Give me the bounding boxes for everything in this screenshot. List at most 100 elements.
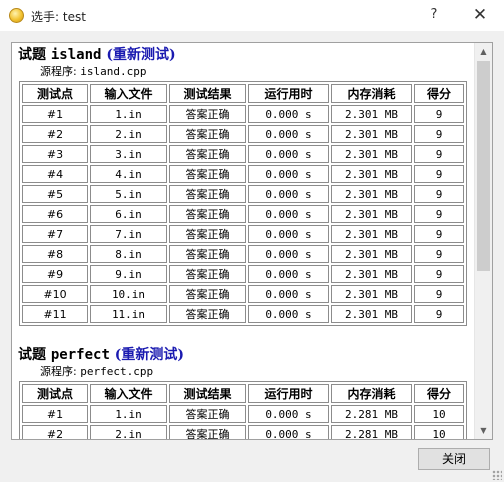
cell-time: 0.000 s: [248, 425, 329, 439]
scrollbar-thumb[interactable]: [477, 61, 490, 271]
cell-memory: 2.281 MB: [331, 405, 412, 423]
cell-result: 答案正确: [169, 145, 246, 163]
header-input-file: 输入文件: [90, 84, 167, 103]
cell-testpoint: #9: [22, 265, 88, 283]
header-result: 测试结果: [169, 84, 246, 103]
header-time: 运行用时: [248, 84, 329, 103]
cell-time: 0.000 s: [248, 165, 329, 183]
cell-result: 答案正确: [169, 185, 246, 203]
cell-input-file: 9.in: [90, 265, 167, 283]
header-input-file: 输入文件: [90, 384, 167, 403]
problem-heading: 试题 island (重新测试): [18, 45, 474, 65]
table-row: #9 9.in 答案正确 0.000 s 2.301 MB 9: [22, 265, 464, 283]
scroll-down-chevron-down-icon[interactable]: ▼: [475, 422, 492, 439]
app-coin-icon: [9, 8, 24, 23]
resize-grip-icon[interactable]: [492, 470, 502, 480]
cell-result: 答案正确: [169, 425, 246, 439]
table-row: #3 3.in 答案正确 0.000 s 2.301 MB 9: [22, 145, 464, 163]
cell-input-file: 11.in: [90, 305, 167, 323]
vertical-scrollbar[interactable]: ▲ ▼: [474, 43, 492, 439]
cell-input-file: 5.in: [90, 185, 167, 203]
cell-score: 9: [414, 125, 464, 143]
cell-score: 9: [414, 105, 464, 123]
header-time: 运行用时: [248, 384, 329, 403]
retest-link[interactable]: (重新测试): [115, 347, 184, 363]
cell-memory: 2.301 MB: [331, 185, 412, 203]
cell-memory: 2.301 MB: [331, 145, 412, 163]
cell-testpoint: #4: [22, 165, 88, 183]
results-table: 测试点 输入文件 测试结果 运行用时 内存消耗 得分 #1 1.in 答案正确 …: [19, 81, 467, 326]
problem-heading: 试题 perfect (重新测试): [18, 345, 474, 365]
header-testpoint: 测试点: [22, 384, 88, 403]
cell-testpoint: #8: [22, 245, 88, 263]
source-file: island.cpp: [80, 65, 147, 78]
cell-input-file: 8.in: [90, 245, 167, 263]
cell-testpoint: #1: [22, 105, 88, 123]
source-line: 源程序: island.cpp: [18, 65, 474, 81]
table-row: #7 7.in 答案正确 0.000 s 2.301 MB 9: [22, 225, 464, 243]
cell-result: 答案正确: [169, 105, 246, 123]
header-score: 得分: [414, 84, 464, 103]
cell-result: 答案正确: [169, 405, 246, 423]
cell-time: 0.000 s: [248, 305, 329, 323]
header-result: 测试结果: [169, 384, 246, 403]
cell-memory: 2.301 MB: [331, 205, 412, 223]
source-line: 源程序: perfect.cpp: [18, 365, 474, 381]
cell-time: 0.000 s: [248, 125, 329, 143]
problem-section-perfect: 试题 perfect (重新测试) 源程序: perfect.cpp 测试点 输…: [18, 345, 474, 439]
cell-memory: 2.301 MB: [331, 305, 412, 323]
cell-input-file: 3.in: [90, 145, 167, 163]
cell-input-file: 6.in: [90, 205, 167, 223]
cell-testpoint: #6: [22, 205, 88, 223]
cell-time: 0.000 s: [248, 205, 329, 223]
close-window-icon[interactable]: ✕: [466, 3, 494, 27]
scroll-up-chevron-up-icon[interactable]: ▲: [475, 43, 492, 60]
source-file: perfect.cpp: [80, 365, 154, 378]
cell-result: 答案正确: [169, 225, 246, 243]
cell-score: 9: [414, 205, 464, 223]
cell-score: 9: [414, 185, 464, 203]
cell-time: 0.000 s: [248, 185, 329, 203]
header-memory: 内存消耗: [331, 84, 412, 103]
header-memory: 内存消耗: [331, 384, 412, 403]
cell-result: 答案正确: [169, 265, 246, 283]
cell-score: 9: [414, 285, 464, 303]
cell-input-file: 1.in: [90, 105, 167, 123]
cell-memory: 2.301 MB: [331, 225, 412, 243]
cell-testpoint: #5: [22, 185, 88, 203]
cell-score: 9: [414, 265, 464, 283]
cell-memory: 2.301 MB: [331, 285, 412, 303]
source-label: 源程序:: [40, 65, 77, 78]
table-header-row: 测试点 输入文件 测试结果 运行用时 内存消耗 得分: [22, 84, 464, 103]
table-row: #2 2.in 答案正确 0.000 s 2.301 MB 9: [22, 125, 464, 143]
retest-link[interactable]: (重新测试): [106, 47, 175, 63]
cell-result: 答案正确: [169, 165, 246, 183]
source-label: 源程序:: [40, 365, 77, 378]
cell-testpoint: #1: [22, 405, 88, 423]
cell-score: 9: [414, 245, 464, 263]
results-scroll-area[interactable]: 试题 island (重新测试) 源程序: island.cpp 测试点 输入文…: [12, 43, 474, 439]
cell-time: 0.000 s: [248, 105, 329, 123]
cell-score: 9: [414, 225, 464, 243]
cell-result: 答案正确: [169, 205, 246, 223]
cell-input-file: 10.in: [90, 285, 167, 303]
table-row: #6 6.in 答案正确 0.000 s 2.301 MB 9: [22, 205, 464, 223]
results-table: 测试点 输入文件 测试结果 运行用时 内存消耗 得分 #1 1.in 答案正确 …: [19, 381, 467, 439]
close-button[interactable]: 关闭: [418, 448, 490, 470]
cell-score: 9: [414, 165, 464, 183]
cell-score: 10: [414, 405, 464, 423]
problem-prefix: 试题: [18, 347, 46, 363]
cell-testpoint: #3: [22, 145, 88, 163]
cell-testpoint: #2: [22, 425, 88, 439]
table-row: #5 5.in 答案正确 0.000 s 2.301 MB 9: [22, 185, 464, 203]
cell-input-file: 7.in: [90, 225, 167, 243]
cell-memory: 2.301 MB: [331, 125, 412, 143]
table-row: #1 1.in 答案正确 0.000 s 2.301 MB 9: [22, 105, 464, 123]
cell-time: 0.000 s: [248, 245, 329, 263]
table-row: #1 1.in 答案正确 0.000 s 2.281 MB 10: [22, 405, 464, 423]
problem-section-island: 试题 island (重新测试) 源程序: island.cpp 测试点 输入文…: [18, 45, 474, 326]
problem-name: island: [50, 47, 102, 63]
table-row: #11 11.in 答案正确 0.000 s 2.301 MB 9: [22, 305, 464, 323]
problem-prefix: 试题: [18, 47, 46, 63]
help-icon[interactable]: ?: [424, 6, 444, 24]
